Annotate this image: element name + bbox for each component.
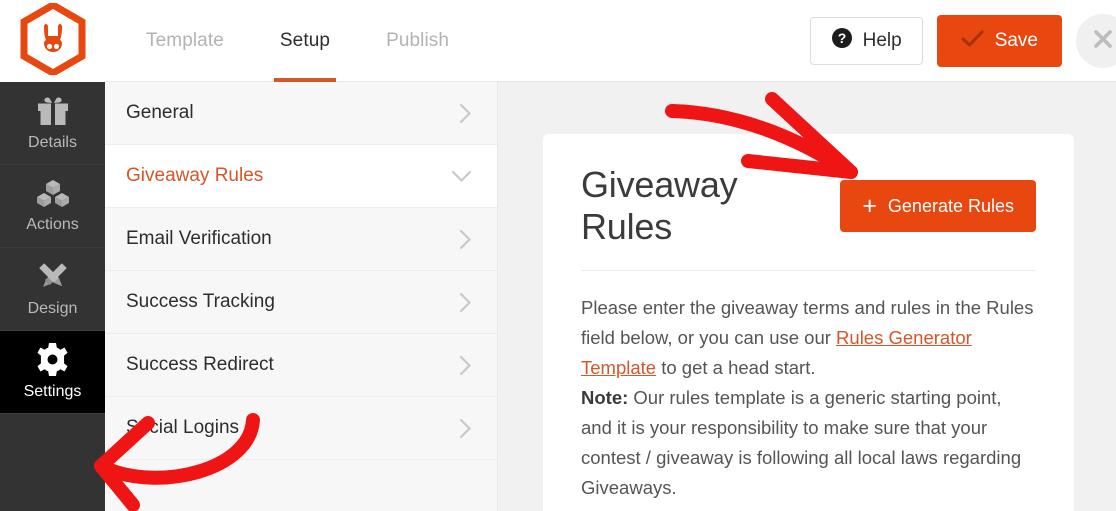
tab-publish-label: Publish [386, 30, 450, 51]
chevron-right-icon [459, 292, 472, 313]
left-sidebar: Details Actions Design Settings [0, 82, 105, 511]
top-bar: Template Setup Publish ? Help Save [0, 0, 1116, 82]
menu-item-email-verification-label: Email Verification [126, 228, 272, 249]
close-icon [1091, 27, 1115, 56]
generate-rules-button[interactable]: + Generate Rules [840, 180, 1036, 232]
save-button[interactable]: Save [936, 15, 1062, 67]
chevron-right-icon [459, 355, 472, 376]
sidebar-item-settings[interactable]: Settings [0, 331, 105, 414]
gear-icon [36, 343, 69, 376]
help-button[interactable]: ? Help [809, 17, 923, 65]
description-text: Please enter the giveaway terms and rule… [581, 293, 1036, 503]
menu-item-success-redirect-label: Success Redirect [126, 354, 274, 375]
settings-menu-list: General Giveaway Rules Email Verificatio… [105, 82, 498, 511]
top-bar-actions: ? Help Save [809, 0, 1116, 82]
sidebar-item-design-label: Design [27, 299, 78, 317]
menu-item-success-tracking-label: Success Tracking [126, 291, 275, 312]
chevron-down-icon [451, 170, 472, 183]
tab-setup-label: Setup [279, 30, 331, 51]
page-title: Giveaway Rules [581, 164, 738, 247]
menu-item-social-logins[interactable]: Social Logins [105, 397, 497, 460]
tab-publish[interactable]: Publish [358, 0, 477, 82]
help-button-label: Help [862, 30, 902, 51]
menu-item-general[interactable]: General [105, 82, 497, 145]
primary-tabs: Template Setup Publish [118, 0, 477, 82]
paragraph-tail-text: to get a head start. [656, 357, 816, 378]
rafflepress-giveaway-builder: Template Setup Publish ? Help Save Detai… [0, 0, 1116, 511]
sidebar-item-design[interactable]: Design [0, 248, 105, 331]
sidebar-item-details[interactable]: Details [0, 82, 105, 165]
close-button[interactable] [1076, 14, 1116, 68]
rafflepress-bunny-hexagon-logo-icon [20, 0, 86, 80]
tab-setup[interactable]: Setup [252, 0, 358, 82]
sidebar-item-settings-label: Settings [23, 383, 82, 400]
menu-item-general-label: General [126, 102, 194, 123]
note-label: Note: [581, 387, 629, 408]
menu-item-giveaway-rules[interactable]: Giveaway Rules [105, 145, 497, 208]
tab-template-label: Template [146, 30, 224, 51]
sidebar-item-actions-label: Actions [26, 215, 79, 233]
main-content-area: Giveaway Rules + Generate Rules Please e… [498, 82, 1116, 511]
gift-icon [36, 95, 70, 127]
app-logo[interactable] [0, 0, 105, 82]
menu-item-success-tracking[interactable]: Success Tracking [105, 271, 497, 334]
generate-rules-button-label: Generate Rules [887, 195, 1014, 216]
menu-item-social-logins-label: Social Logins [126, 417, 240, 438]
check-icon [961, 29, 984, 54]
plus-icon: + [862, 191, 877, 220]
menu-item-success-redirect[interactable]: Success Redirect [105, 334, 497, 397]
note-text: Our rules template is a generic starting… [581, 387, 1022, 498]
sidebar-item-details-label: Details [28, 133, 77, 151]
pencil-brush-icon [36, 261, 70, 293]
giveaway-rules-card: Giveaway Rules + Generate Rules Please e… [543, 134, 1074, 511]
svg-text:?: ? [837, 30, 846, 46]
blocks-icon [36, 179, 70, 209]
chevron-right-icon [459, 418, 472, 439]
chevron-right-icon [459, 229, 472, 250]
card-header: Giveaway Rules + Generate Rules [581, 164, 1036, 271]
menu-item-giveaway-rules-label: Giveaway Rules [126, 165, 264, 186]
menu-item-email-verification[interactable]: Email Verification [105, 208, 497, 271]
save-button-label: Save [994, 30, 1038, 51]
chevron-right-icon [459, 103, 472, 124]
sidebar-item-actions[interactable]: Actions [0, 165, 105, 248]
tab-template[interactable]: Template [118, 0, 252, 82]
question-circle-icon: ? [831, 27, 853, 55]
